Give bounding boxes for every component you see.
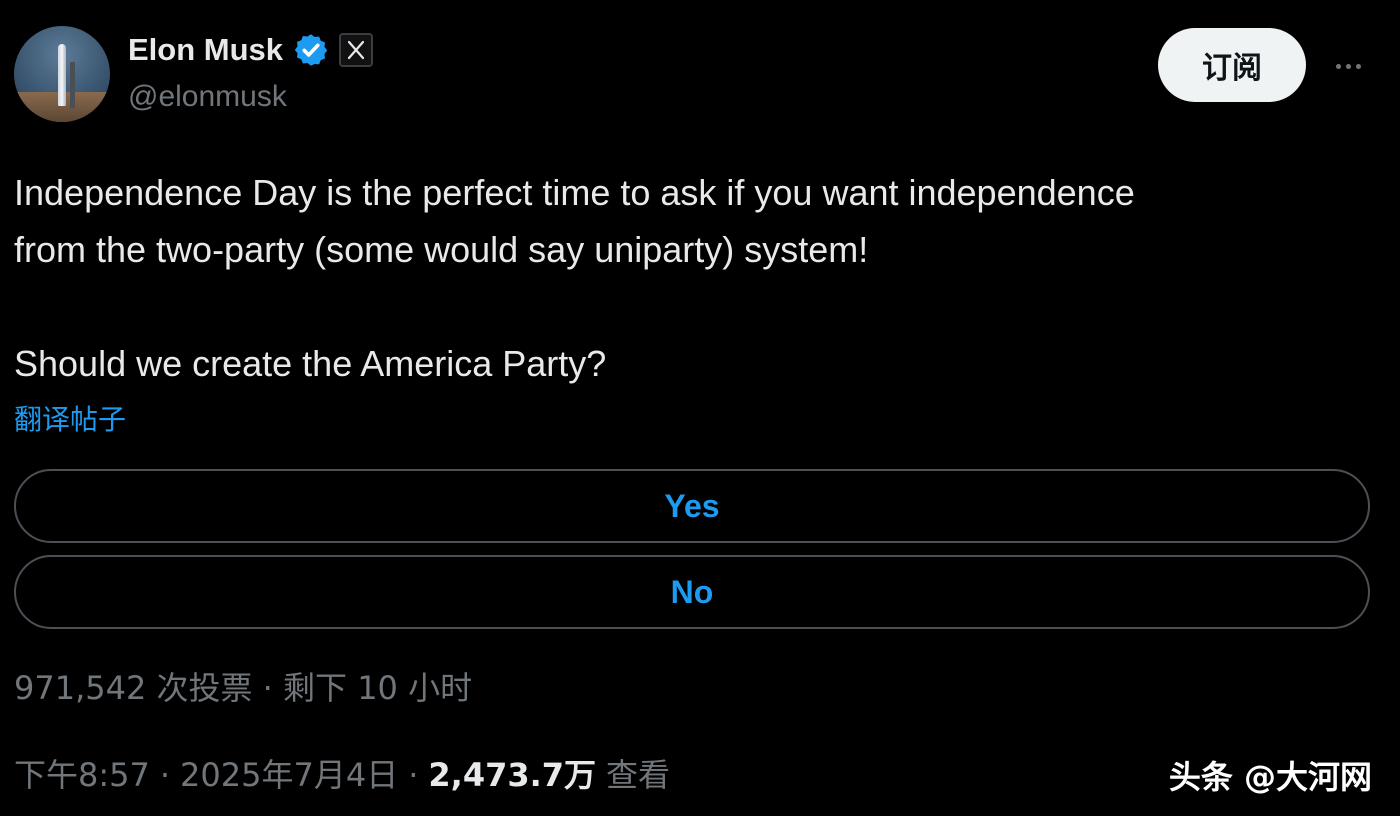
views-count[interactable]: 2,473.7万 [428,750,596,796]
poll-option-no[interactable]: No [14,555,1370,629]
views-label: 查看 [606,756,671,794]
verified-badge-icon[interactable] [293,32,329,68]
watermark: 头条 @大河网 [1168,758,1372,796]
more-dot [1335,63,1341,69]
author-name-row: Elon Musk [128,30,374,70]
avatar-launch-tower [70,62,75,108]
subscribe-button[interactable]: 订阅 [1158,28,1306,102]
more-dot [1345,63,1351,69]
separator: · [408,756,419,794]
translate-post-link[interactable]: 翻译帖子 [14,398,126,438]
tweet-date[interactable]: 2025年7月4日 [180,750,398,796]
x-logo-icon [339,33,374,67]
author-display-name[interactable]: Elon Musk [128,32,283,68]
avatar[interactable] [14,26,110,122]
tweet-metadata: 下午8:57 · 2025年7月4日 · 2,473.7万 查看 [14,750,670,796]
tweet-line: from the two-party (some would say unipa… [14,229,869,270]
more-options-icon[interactable] [1326,48,1370,84]
tweet-line: Independence Day is the perfect time to … [14,172,1135,213]
tweet-text: Independence Day is the perfect time to … [14,164,1374,392]
tweet-question: Should we create the America Party? [14,343,607,384]
poll-option-yes[interactable]: Yes [14,469,1370,543]
separator: · [159,756,171,794]
avatar-rocket [58,44,66,106]
more-dot [1355,63,1361,69]
author-handle[interactable]: @elonmusk [128,80,287,114]
poll-vote-count: 971,542 次投票 · 剩下 10 小时 [14,669,473,707]
tweet-time[interactable]: 下午8:57 [14,750,150,796]
